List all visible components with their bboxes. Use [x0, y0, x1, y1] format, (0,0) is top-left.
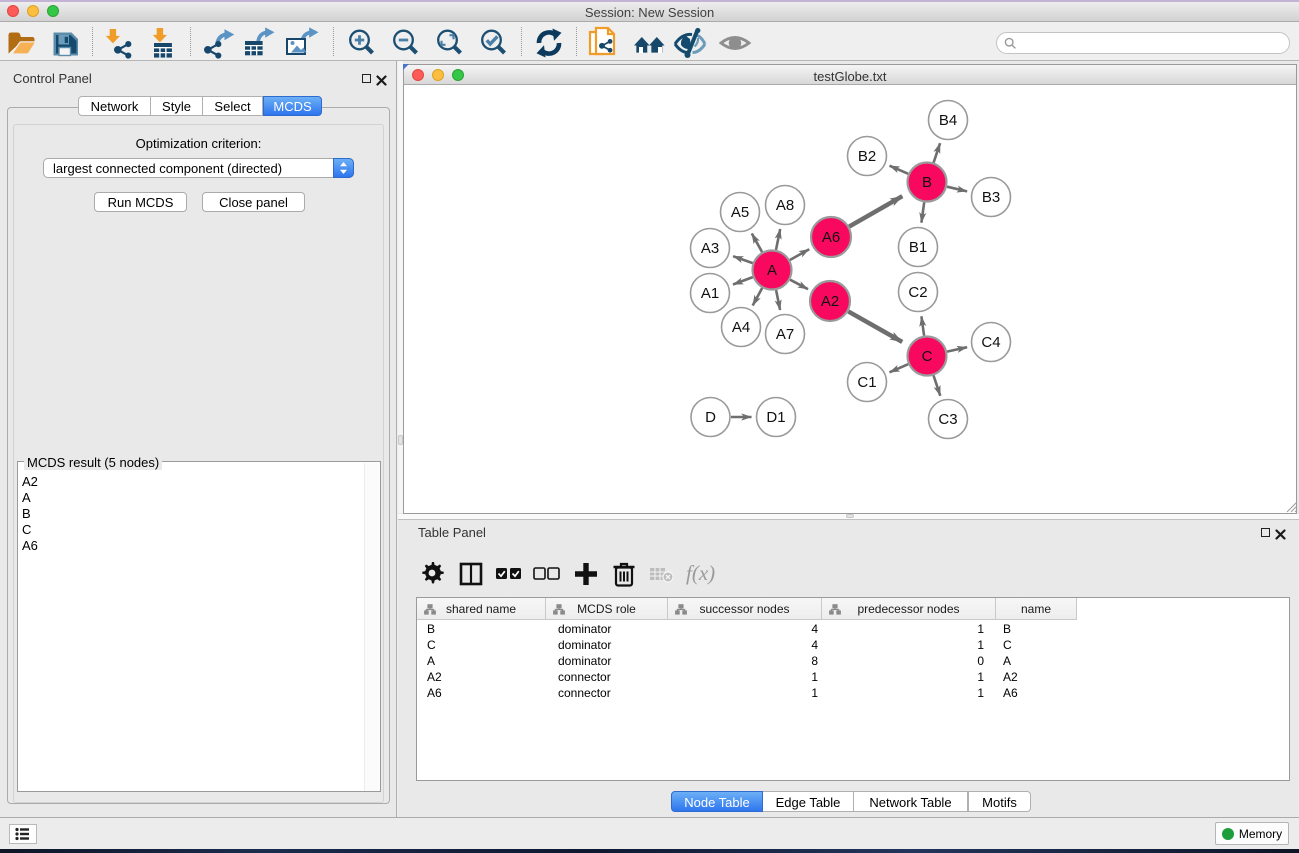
svg-text:A6: A6: [822, 229, 840, 246]
svg-text:C2: C2: [908, 284, 927, 301]
svg-text:B4: B4: [939, 112, 957, 129]
svg-text:A7: A7: [776, 326, 794, 343]
svg-text:C3: C3: [938, 411, 957, 428]
svg-text:B1: B1: [909, 239, 927, 256]
svg-text:A: A: [767, 262, 777, 279]
svg-text:C1: C1: [857, 374, 876, 391]
svg-text:A3: A3: [701, 240, 719, 257]
svg-text:B: B: [922, 174, 932, 191]
svg-text:D: D: [705, 409, 716, 426]
svg-text:A8: A8: [776, 197, 794, 214]
svg-text:C4: C4: [981, 334, 1000, 351]
svg-text:A5: A5: [731, 204, 749, 221]
svg-text:D1: D1: [766, 409, 785, 426]
svg-text:C: C: [922, 348, 933, 365]
svg-text:A4: A4: [732, 319, 750, 336]
svg-text:A2: A2: [821, 293, 839, 310]
svg-text:B3: B3: [982, 189, 1000, 206]
svg-text:A1: A1: [701, 285, 719, 302]
svg-text:B2: B2: [858, 148, 876, 165]
